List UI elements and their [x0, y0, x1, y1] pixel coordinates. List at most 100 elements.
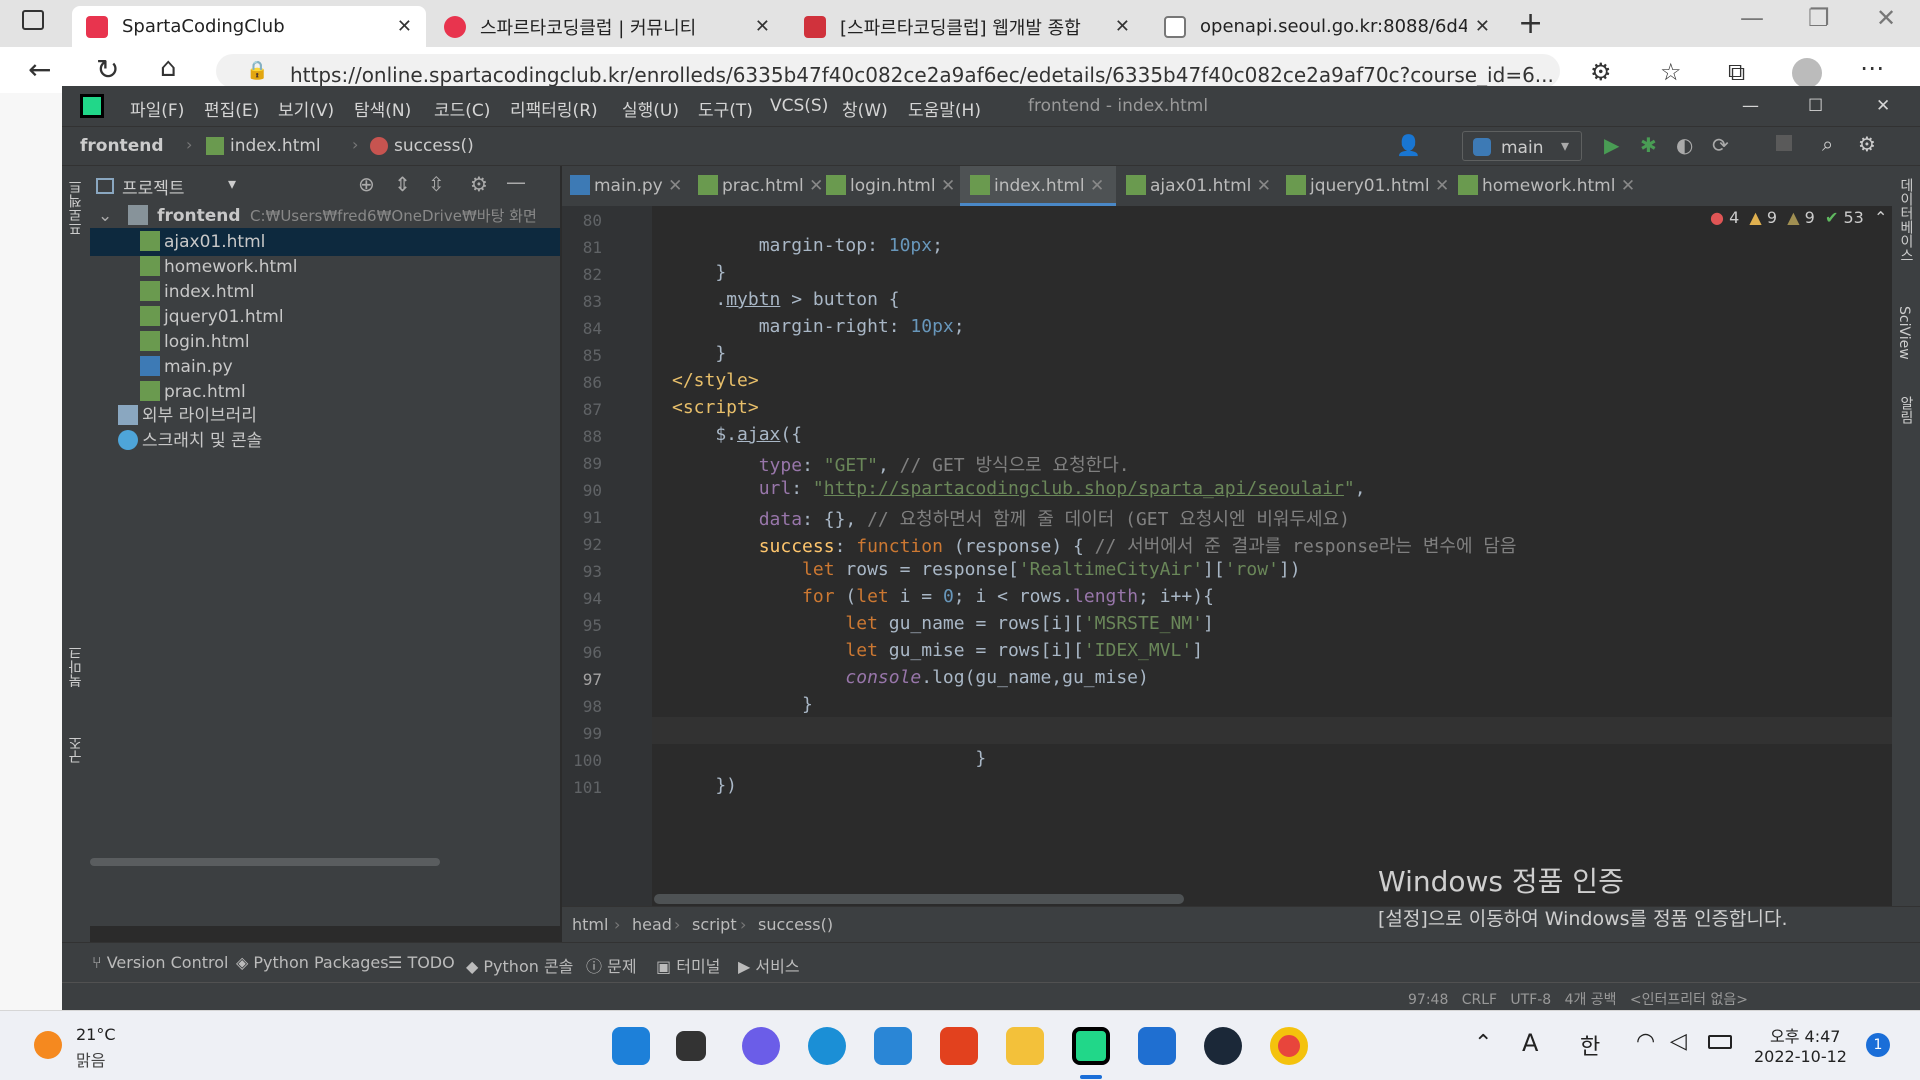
- close-icon[interactable]: ✕: [941, 176, 955, 196]
- chrome-icon[interactable]: [1270, 1027, 1308, 1065]
- ide-close-icon[interactable]: ✕: [1876, 96, 1890, 116]
- close-tab-icon[interactable]: ✕: [397, 16, 412, 37]
- close-icon[interactable]: ✕: [1257, 176, 1271, 196]
- run-config-dropdown[interactable]: main ▾: [1462, 131, 1582, 161]
- tree-file[interactable]: jquery01.html: [90, 303, 560, 331]
- menu-window[interactable]: 창(W): [842, 96, 888, 121]
- close-tab-icon[interactable]: ✕: [1475, 16, 1490, 37]
- editor-tab-active[interactable]: index.html ✕: [960, 166, 1116, 206]
- tree-file[interactable]: ajax01.html: [90, 228, 560, 256]
- run-icon[interactable]: ▶: [1604, 133, 1619, 157]
- strip-sciview[interactable]: SciView: [1896, 306, 1912, 360]
- file-explorer-icon[interactable]: [1006, 1027, 1044, 1065]
- url-field[interactable]: 🔒 https://online.spartacodingclub.kr/enr…: [216, 54, 1560, 88]
- pycharm-icon[interactable]: [1072, 1027, 1110, 1065]
- tree-root-frontend[interactable]: ⌄ frontend C:₩Users₩fred6₩OneDrive₩바탕 화면: [90, 202, 560, 230]
- collapse-all-icon[interactable]: ⇳: [428, 172, 445, 196]
- tree-scratches[interactable]: 스크래치 및 콘솔: [90, 427, 560, 455]
- weather-desc[interactable]: 맑음: [76, 1047, 105, 1071]
- tree-file[interactable]: main.py: [90, 353, 560, 381]
- inspection-widget[interactable]: ● 4 ▲ 9 ▲ 9 ✔ 53 ⌃ ⌄: [1710, 208, 1906, 227]
- nav-project[interactable]: frontend: [80, 136, 164, 156]
- strip-project[interactable]: 프로젝트: [66, 180, 86, 236]
- battery-icon[interactable]: [1708, 1035, 1732, 1049]
- user-icon[interactable]: 👤: [1396, 133, 1421, 157]
- horizontal-scrollbar[interactable]: [654, 894, 1184, 904]
- volume-icon[interactable]: ◁: [1670, 1029, 1687, 1054]
- nav-function[interactable]: success(): [394, 136, 474, 156]
- minimize-icon[interactable]: —: [1740, 4, 1764, 32]
- terminal-tab[interactable]: ▣ 터미널: [656, 953, 720, 977]
- refresh-icon[interactable]: ↻: [96, 53, 119, 86]
- strip-database[interactable]: 데이터베이스: [1896, 178, 1916, 262]
- new-tab-icon[interactable]: +: [1518, 6, 1543, 41]
- tree-file[interactable]: homework.html: [90, 253, 560, 281]
- menu-navigate[interactable]: 탐색(N): [354, 96, 411, 121]
- horizontal-scrollbar[interactable]: [90, 858, 440, 866]
- menu-vcs[interactable]: VCS(S): [770, 96, 828, 116]
- menu-help[interactable]: 도움말(H): [908, 96, 981, 121]
- editor-tab[interactable]: homework.html ✕: [1458, 166, 1648, 206]
- home-icon[interactable]: ⌂: [160, 53, 177, 83]
- more-icon[interactable]: ⋯: [1860, 54, 1884, 82]
- language-indicator[interactable]: 한: [1580, 1029, 1600, 1061]
- task-view-icon[interactable]: [676, 1031, 706, 1061]
- version-control-tab[interactable]: ⑂ Version Control: [92, 953, 228, 972]
- close-icon[interactable]: ✕: [668, 176, 682, 196]
- editor-tab[interactable]: main.py ✕: [570, 166, 688, 206]
- strip-notifications[interactable]: 알림: [1896, 396, 1916, 424]
- expand-all-icon[interactable]: ⇕: [394, 172, 411, 196]
- crumb-success[interactable]: success(): [758, 915, 833, 934]
- back-icon[interactable]: ←: [28, 53, 51, 86]
- close-icon[interactable]: ✕: [1090, 176, 1104, 196]
- tab-actions-icon[interactable]: [22, 10, 44, 30]
- close-tab-icon[interactable]: ✕: [1115, 16, 1130, 37]
- steam-icon[interactable]: [1204, 1027, 1242, 1065]
- close-icon[interactable]: ✕: [1621, 176, 1635, 196]
- strip-bookmarks[interactable]: 북마크: [66, 646, 86, 688]
- debug-icon[interactable]: ✱: [1640, 133, 1657, 157]
- menu-code[interactable]: 코드(C): [434, 96, 490, 121]
- clock-time[interactable]: 오후 4:47: [1770, 1023, 1840, 1047]
- editor-tab[interactable]: prac.html ✕: [698, 166, 823, 206]
- close-window-icon[interactable]: ✕: [1876, 4, 1896, 32]
- collections-icon[interactable]: ⧉: [1728, 58, 1745, 86]
- python-console-tab[interactable]: ◆ Python 콘솔: [466, 953, 573, 977]
- search-icon[interactable]: ⌕: [1822, 132, 1833, 156]
- problems-tab[interactable]: ⓘ 문제: [586, 953, 637, 977]
- close-tab-icon[interactable]: ✕: [755, 16, 770, 37]
- todo-tab[interactable]: ☰ TODO: [388, 953, 455, 972]
- editor-tab[interactable]: ajax01.html ✕: [1126, 166, 1272, 206]
- gear-icon[interactable]: ⚙: [470, 172, 488, 196]
- menu-tools[interactable]: 도구(T): [698, 96, 753, 121]
- browser-tab[interactable]: 스파르타코딩클럽 | 커뮤니티 ✕: [430, 6, 784, 47]
- close-icon[interactable]: ✕: [1435, 176, 1449, 196]
- weather-sun-icon[interactable]: [34, 1031, 62, 1059]
- crumb-script[interactable]: script: [692, 915, 737, 934]
- favorites-icon[interactable]: ☆: [1660, 58, 1682, 86]
- coverage-icon[interactable]: ◐: [1676, 133, 1693, 157]
- chevron-down-icon[interactable]: ▾: [228, 174, 236, 193]
- editor-tab[interactable]: login.html ✕: [826, 166, 955, 206]
- strip-structure[interactable]: 구조: [66, 736, 86, 764]
- menu-refactor[interactable]: 리팩터링(R): [510, 96, 598, 121]
- menu-run[interactable]: 실행(U): [622, 96, 679, 121]
- edge-icon[interactable]: [808, 1027, 846, 1065]
- notification-badge[interactable]: 1: [1866, 1033, 1890, 1057]
- clock-date[interactable]: 2022-10-12: [1754, 1047, 1847, 1066]
- python-packages-tab[interactable]: ◈ Python Packages: [236, 953, 389, 972]
- ide-maximize-icon[interactable]: ☐: [1808, 96, 1823, 116]
- settings-icon[interactable]: ⚙: [1858, 132, 1876, 156]
- wifi-icon[interactable]: ◠: [1636, 1029, 1655, 1054]
- locate-icon[interactable]: ⊕: [358, 172, 375, 196]
- restore-icon[interactable]: ❐: [1808, 4, 1830, 32]
- code-editor[interactable]: 80 81 82 83 84 85 86 87 88 89 90 91 92 93 94 95 96 97 98 99…: [562, 206, 1920, 906]
- browser-tab[interactable]: SpartaCodingClub ✕: [72, 6, 426, 47]
- crumb-head[interactable]: head: [632, 915, 672, 934]
- chevron-up-icon[interactable]: ⌃: [1474, 1031, 1492, 1056]
- profile-run-icon[interactable]: ⟳: [1712, 133, 1729, 157]
- mail-icon[interactable]: [874, 1027, 912, 1065]
- chat-icon[interactable]: [742, 1027, 780, 1065]
- services-tab[interactable]: ▶ 서비스: [738, 953, 800, 977]
- ime-mode[interactable]: A: [1522, 1029, 1538, 1057]
